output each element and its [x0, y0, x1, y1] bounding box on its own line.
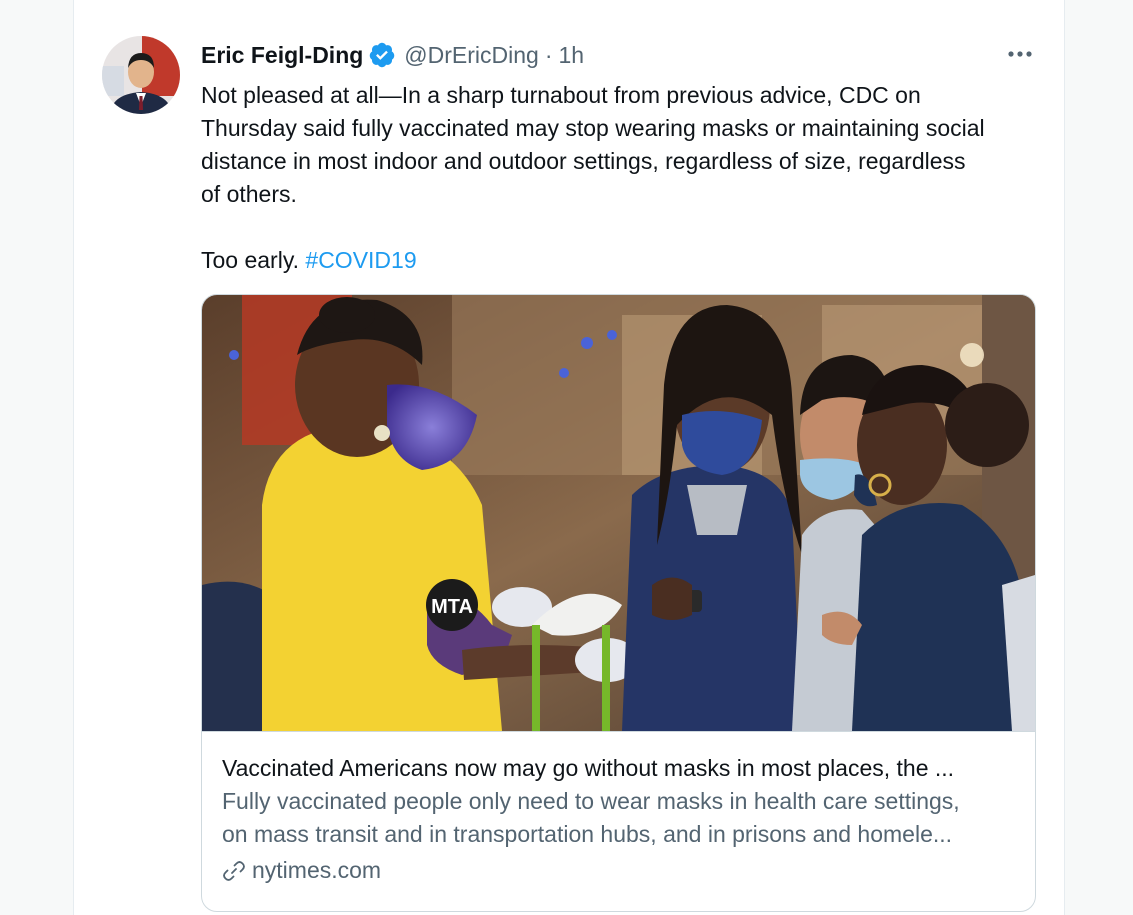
- tweet-text-line: Not pleased at all—In a sharp turnabout …: [201, 82, 921, 108]
- tweet-header: Eric Feigl-Ding @DrEricDing · 1h: [201, 37, 584, 73]
- tweet-article[interactable]: Eric Feigl-Ding @DrEricDing · 1h Not ple…: [73, 0, 1065, 915]
- link-icon: [223, 860, 245, 881]
- tweet-text-line: Too early. #COVID19: [201, 244, 1046, 277]
- user-handle[interactable]: @DrEricDing: [404, 42, 539, 69]
- card-description: Fully vaccinated people only need to wea…: [222, 785, 1017, 851]
- card-domain[interactable]: nytimes.com: [222, 854, 1017, 887]
- card-description-line: Fully vaccinated people only need to wea…: [222, 788, 960, 814]
- card-title[interactable]: Vaccinated Americans now may go without …: [222, 752, 1017, 785]
- hashtag-link[interactable]: #COVID19: [305, 247, 416, 273]
- card-body: Vaccinated Americans now may go without …: [222, 752, 1017, 887]
- tweet-text: Not pleased at all—In a sharp turnabout …: [201, 79, 1046, 277]
- verified-badge-icon: [368, 41, 396, 69]
- tweet-text-line: of others.: [201, 181, 297, 207]
- card-image[interactable]: MTA: [202, 295, 1035, 732]
- tweet-text-line: Thursday said fully vaccinated may stop …: [201, 115, 985, 141]
- link-preview-card[interactable]: MTA Vaccinated Americans now may go with…: [201, 294, 1036, 912]
- mta-logo-text: MTA: [431, 596, 473, 618]
- card-domain-text[interactable]: nytimes.com: [252, 854, 381, 887]
- card-description-line: on mass transit and in transportation hu…: [222, 821, 953, 847]
- display-name[interactable]: Eric Feigl-Ding: [201, 42, 363, 69]
- more-options-icon[interactable]: [998, 40, 1042, 68]
- timestamp[interactable]: 1h: [559, 42, 585, 69]
- avatar[interactable]: [102, 36, 180, 114]
- tweet-text-line: distance in most indoor and outdoor sett…: [201, 148, 966, 174]
- tweet-second-paragraph: Too early.: [201, 247, 300, 273]
- separator-dot: ·: [544, 41, 553, 68]
